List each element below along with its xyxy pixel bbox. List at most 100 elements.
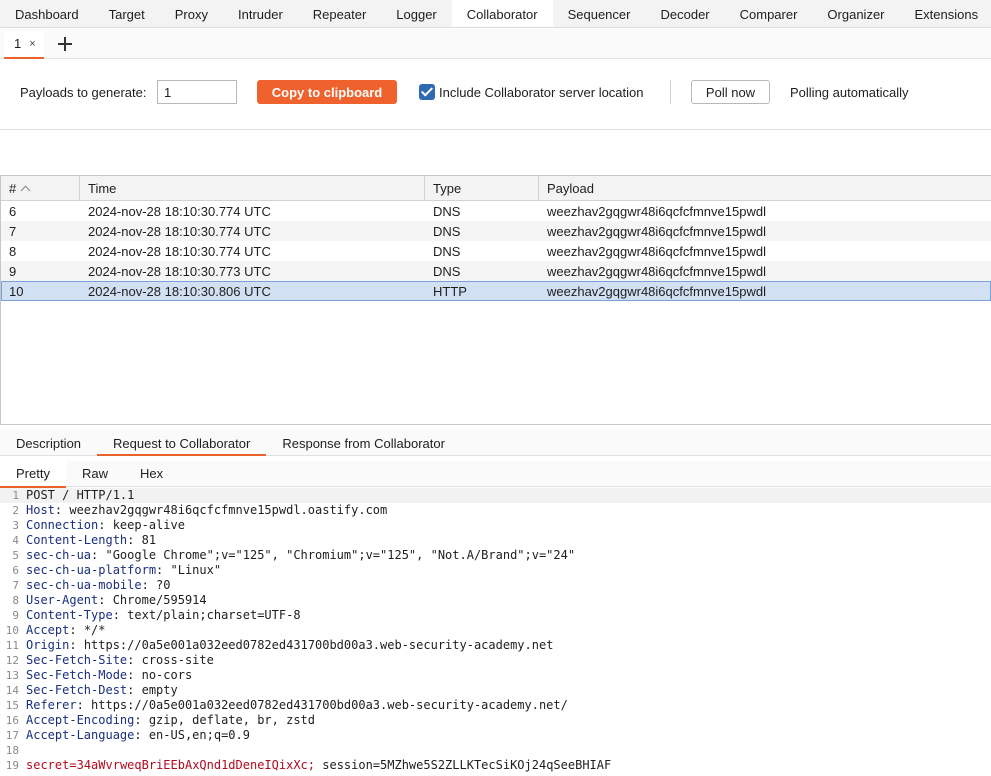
cell-payload: weezhav2gqgwr48i6qcfcfmnve15pwdl xyxy=(547,264,766,279)
interactions-table: # Time Type Payload 6 2024-nov-28 18:10:3… xyxy=(0,175,991,425)
header-value: 81 xyxy=(141,533,157,547)
request-line-text: POST / HTTP/1.1 xyxy=(26,488,135,502)
table-row[interactable]: 8 2024-nov-28 18:10:30.774 UTC DNS weezhav2… xyxy=(1,241,991,261)
cell-type: DNS xyxy=(433,244,461,259)
tab-description[interactable]: Description xyxy=(0,430,97,456)
collaborator-tab-bar: 1 × xyxy=(0,29,991,59)
header-name: Accept xyxy=(26,623,70,637)
tab-decoder[interactable]: Decoder xyxy=(645,0,724,27)
tab-dashboard[interactable]: Dashboard xyxy=(0,0,94,27)
body-text: secret=34aWvrweqBriEEbAxQnd1dDeneIQixXc;… xyxy=(26,758,612,772)
table-row[interactable]: 10 2024-nov-28 18:10:30.806 UTC HTTP weezha… xyxy=(1,281,991,301)
code-text: Origin: https://0a5e001a032eed0782ed4317… xyxy=(26,638,554,652)
header-name: User-Agent xyxy=(26,593,99,607)
header-value: empty xyxy=(141,683,178,697)
tab-hex[interactable]: Hex xyxy=(124,461,179,487)
code-line: 16 Accept-Encoding: gzip, deflate, br, zs… xyxy=(0,713,991,728)
line-number: 1 xyxy=(12,489,19,502)
line-number: 17 xyxy=(5,729,19,742)
line-number: 4 xyxy=(12,534,19,547)
code-text: Referer: https://0a5e001a032eed0782ed431… xyxy=(26,698,568,712)
line-number: 8 xyxy=(12,594,19,607)
cell-time: 2024-nov-28 18:10:30.773 UTC xyxy=(88,264,271,279)
line-number: 13 xyxy=(5,669,19,682)
header-name: Sec-Fetch-Mode xyxy=(26,668,128,682)
cell-time: 2024-nov-28 18:10:30.774 UTC xyxy=(88,204,271,219)
cell-time: 2024-nov-28 18:10:30.806 UTC xyxy=(88,284,271,299)
header-value: "Linux" xyxy=(170,563,222,577)
cell-number: 7 xyxy=(9,224,17,239)
code-line: 7 sec-ch-ua-mobile: ?0 xyxy=(0,578,991,593)
code-line: 17 Accept-Language: en-US,en;q=0.9 xyxy=(0,728,991,743)
header-value: text/plain;charset=UTF-8 xyxy=(127,608,301,622)
cell-time: 2024-nov-28 18:10:30.774 UTC xyxy=(88,244,271,259)
tab-sequencer[interactable]: Sequencer xyxy=(553,0,646,27)
tab-organizer[interactable]: Organizer xyxy=(812,0,899,27)
code-line: 12 Sec-Fetch-Site: cross-site xyxy=(0,653,991,668)
table-header: # Time Type Payload xyxy=(1,176,991,201)
header-name: Referer xyxy=(26,698,77,712)
tab-extensions[interactable]: Extensions xyxy=(900,0,991,27)
tab-collaborator[interactable]: Collaborator xyxy=(451,0,553,27)
close-icon[interactable]: × xyxy=(29,38,35,50)
header-name: sec-ch-ua-mobile xyxy=(26,578,142,592)
collaborator-tab-1[interactable]: 1 × xyxy=(4,30,44,59)
cell-type: HTTP xyxy=(433,284,467,299)
header-value: https://0a5e001a032eed0782ed431700bd00a3… xyxy=(91,698,568,712)
tab-raw[interactable]: Raw xyxy=(66,461,124,487)
include-location-checkbox[interactable] xyxy=(419,84,435,100)
tab-target[interactable]: Target xyxy=(94,0,160,27)
tab-request-to-collaborator[interactable]: Request to Collaborator xyxy=(97,430,267,456)
cell-time: 2024-nov-28 18:10:30.774 UTC xyxy=(88,224,271,239)
column-header-label: # xyxy=(9,181,17,196)
line-number: 7 xyxy=(12,579,19,592)
line-number: 18 xyxy=(5,744,19,757)
tab-proxy[interactable]: Proxy xyxy=(160,0,223,27)
line-number: 11 xyxy=(5,639,19,652)
include-location-label: Include Collaborator server location xyxy=(439,85,644,100)
tab-pretty[interactable]: Pretty xyxy=(0,461,66,488)
table-row[interactable]: 9 2024-nov-28 18:10:30.773 UTC DNS weezhav2… xyxy=(1,261,991,281)
column-header-type[interactable]: Type xyxy=(425,176,539,201)
tab-logger[interactable]: Logger xyxy=(381,0,451,27)
code-text: sec-ch-ua: "Google Chrome";v="125", "Chr… xyxy=(26,548,576,562)
column-header-payload[interactable]: Payload xyxy=(539,176,991,201)
code-text: sec-ch-ua-mobile: ?0 xyxy=(26,578,171,592)
header-value: keep-alive xyxy=(112,518,185,532)
collaborator-controls: Payloads to generate: Copy to clipboard … xyxy=(0,60,991,130)
table-row[interactable]: 7 2024-nov-28 18:10:30.774 UTC DNS weezhav2… xyxy=(1,221,991,241)
top-tab-bar: Dashboard Target Proxy Intruder Repeater Logg… xyxy=(0,0,991,28)
header-name: Accept-Language xyxy=(26,728,135,742)
body-rest: session=5MZhwe5S2ZLLKTecSiKOj24qSeeBHIAF xyxy=(315,758,612,772)
code-line: 2 Host: weezhav2gqgwr48i6qcfcfmnve15pwdl.… xyxy=(0,503,991,518)
code-text: Sec-Fetch-Dest: empty xyxy=(26,683,178,697)
copy-to-clipboard-button[interactable]: Copy to clipboard xyxy=(257,80,397,104)
header-value: weezhav2gqgwr48i6qcfcfmnve15pwdl.oastify… xyxy=(69,503,388,517)
table-row[interactable]: 6 2024-nov-28 18:10:30.774 UTC DNS weezhav2… xyxy=(1,201,991,221)
tab-comparer[interactable]: Comparer xyxy=(725,0,813,27)
add-tab-icon[interactable] xyxy=(56,35,74,53)
cell-number: 10 xyxy=(9,284,24,299)
body-param-name: secret xyxy=(26,758,70,772)
poll-now-button[interactable]: Poll now xyxy=(691,80,770,104)
line-number: 9 xyxy=(12,609,19,622)
header-name: Origin xyxy=(26,638,70,652)
tab-repeater[interactable]: Repeater xyxy=(298,0,381,27)
code-text: Sec-Fetch-Mode: no-cors xyxy=(26,668,193,682)
column-header-number[interactable]: # xyxy=(1,176,80,201)
payloads-count-input[interactable] xyxy=(157,80,237,104)
header-name: Content-Type xyxy=(26,608,113,622)
header-name: Host xyxy=(26,503,55,517)
tab-label: 1 xyxy=(14,36,22,51)
code-text: POST / HTTP/1.1 xyxy=(26,488,134,503)
tab-intruder[interactable]: Intruder xyxy=(223,0,298,27)
line-number: 16 xyxy=(5,714,19,727)
tab-response-from-collaborator[interactable]: Response from Collaborator xyxy=(266,430,461,456)
sort-ascending-icon xyxy=(22,185,30,193)
header-value: */* xyxy=(83,623,106,637)
header-value: cross-site xyxy=(141,653,214,667)
column-header-time[interactable]: Time xyxy=(80,176,425,201)
code-text: Connection: keep-alive xyxy=(26,518,185,532)
cell-type: DNS xyxy=(433,204,461,219)
request-editor[interactable]: 1 POST / HTTP/1.1 2 Host: weezhav2gqgwr48i6… xyxy=(0,488,991,776)
